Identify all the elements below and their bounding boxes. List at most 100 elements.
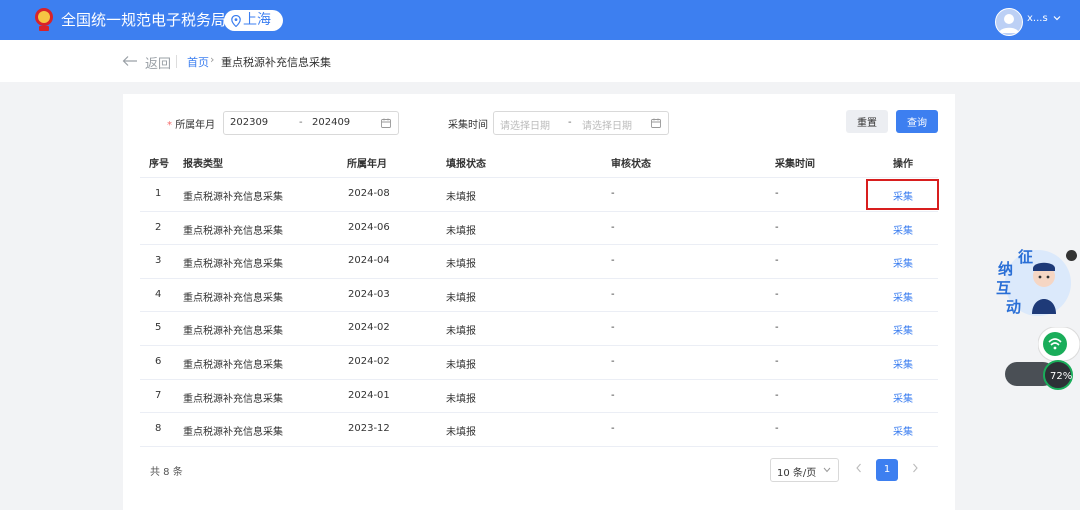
collect-time-range-picker[interactable]: 请选择日期 - 请选择日期	[493, 111, 669, 135]
row-divider	[140, 311, 938, 312]
row-period: 2023-12	[348, 423, 390, 435]
collect-link[interactable]: 采集	[893, 322, 913, 337]
tax-assistant-widget[interactable]: 征 纳 互 动	[996, 248, 1072, 318]
calendar-icon	[381, 118, 391, 128]
period-range-picker[interactable]: 202309 - 202409	[223, 111, 399, 135]
row-period: 2024-02	[348, 322, 390, 334]
breadcrumb-home-link[interactable]: 首页	[187, 54, 209, 70]
range-separator: -	[299, 117, 303, 128]
page-number-current[interactable]: 1	[876, 459, 898, 481]
row-audit-status: -	[611, 255, 615, 267]
row-audit-status: -	[611, 221, 615, 233]
breadcrumb-separator: ›	[210, 53, 215, 66]
region-selector[interactable]: 上海	[224, 10, 283, 31]
row-divider	[140, 379, 938, 380]
back-arrow-icon[interactable]	[122, 55, 138, 67]
widget-char-1: 征	[1018, 248, 1033, 266]
row-audit-status: -	[611, 188, 615, 199]
row-fill-status: 未填报	[446, 326, 476, 338]
row-divider	[140, 244, 938, 245]
chevron-down-icon[interactable]	[1053, 14, 1061, 22]
location-pin-icon	[231, 15, 241, 27]
row-period: 2024-06	[348, 221, 390, 233]
query-button[interactable]: 查询	[896, 110, 938, 133]
network-speed-widget[interactable]: 72%	[1005, 360, 1075, 390]
row-collect-time: -	[775, 356, 779, 367]
row-divider	[140, 211, 938, 212]
user-icon	[999, 14, 1019, 33]
column-header-audit-status: 审核状态	[611, 159, 651, 170]
page-size-value: 10 条/页	[777, 468, 817, 479]
row-no: 6	[155, 356, 162, 367]
national-emblem-icon	[35, 8, 53, 31]
row-fill-status: 未填报	[446, 360, 476, 371]
row-report-type: 重点税源补充信息采集	[183, 225, 283, 237]
collect-link[interactable]: 采集	[893, 222, 913, 237]
back-button[interactable]: 返回	[145, 53, 171, 72]
row-period: 2024-04	[348, 255, 390, 267]
breadcrumb-current: 重点税源补充信息采集	[221, 56, 331, 69]
row-fill-status: 未填报	[446, 192, 476, 203]
column-header-fill-status: 填报状态	[446, 159, 486, 170]
row-audit-status: -	[611, 423, 615, 435]
collect-link[interactable]: 采集	[893, 289, 913, 304]
row-report-type: 重点税源补充信息采集	[183, 393, 283, 405]
row-no: 3	[155, 255, 162, 267]
column-header-no: 序号	[149, 159, 169, 170]
row-collect-time: -	[775, 255, 779, 267]
widget-char-3: 互	[996, 279, 1011, 297]
row-no: 4	[155, 288, 162, 300]
column-header-type: 报表类型	[183, 159, 223, 170]
row-no: 1	[155, 188, 162, 199]
period-start-value[interactable]: 202309	[230, 117, 268, 128]
row-period: 2024-02	[348, 356, 390, 367]
row-period: 2024-01	[348, 389, 390, 401]
period-filter-label: * 所属年月	[167, 120, 216, 131]
network-speed-percent: 72%	[1050, 371, 1072, 382]
collect-link[interactable]: 采集	[893, 356, 913, 371]
row-collect-time: -	[775, 188, 779, 199]
column-header-action: 操作	[893, 159, 913, 170]
widget-char-2: 纳	[998, 260, 1013, 278]
row-collect-time: -	[775, 389, 779, 401]
user-avatar[interactable]	[995, 8, 1023, 36]
column-header-collect-time: 采集时间	[775, 159, 815, 170]
row-no: 2	[155, 221, 162, 233]
collect-link[interactable]: 采集	[893, 390, 913, 405]
username[interactable]: x...s	[1027, 13, 1048, 24]
divider	[176, 55, 177, 68]
wifi-float-button[interactable]	[1038, 327, 1080, 361]
row-divider	[140, 412, 938, 413]
collect-link[interactable]: 采集	[893, 423, 913, 438]
row-collect-time: -	[775, 423, 779, 435]
row-collect-time: -	[775, 221, 779, 233]
row-report-type: 重点税源补充信息采集	[183, 259, 283, 271]
reset-button[interactable]: 重置	[846, 110, 888, 133]
next-page-icon[interactable]	[910, 462, 920, 474]
page-size-select[interactable]: 10 条/页	[770, 458, 839, 482]
row-no: 7	[155, 389, 162, 401]
row-audit-status: -	[611, 322, 615, 334]
row-divider	[140, 345, 938, 346]
previous-page-icon[interactable]	[854, 462, 864, 474]
collect-link[interactable]: 采集	[893, 255, 913, 270]
row-audit-status: -	[611, 389, 615, 401]
period-end-value[interactable]: 202409	[312, 117, 350, 128]
widget-char-4: 动	[1006, 298, 1021, 316]
row-fill-status: 未填报	[446, 225, 476, 237]
widget-close-icon[interactable]	[1066, 250, 1077, 261]
total-count: 共 8 条	[150, 467, 183, 478]
calendar-icon	[651, 118, 661, 128]
row-no: 5	[155, 322, 162, 334]
table-header-divider	[140, 177, 938, 178]
collect-start-placeholder[interactable]: 请选择日期	[500, 117, 550, 132]
collect-time-label: 采集时间	[448, 120, 488, 131]
row-fill-status: 未填报	[446, 259, 476, 271]
app-title[interactable]: 全国统一规范电子税务局	[61, 11, 226, 29]
row-fill-status: 未填报	[446, 292, 476, 304]
row-report-type: 重点税源补充信息采集	[183, 360, 283, 371]
row-no: 8	[155, 423, 162, 435]
row-collect-time: -	[775, 322, 779, 334]
collect-end-placeholder[interactable]: 请选择日期	[582, 117, 632, 132]
row-audit-status: -	[611, 288, 615, 300]
